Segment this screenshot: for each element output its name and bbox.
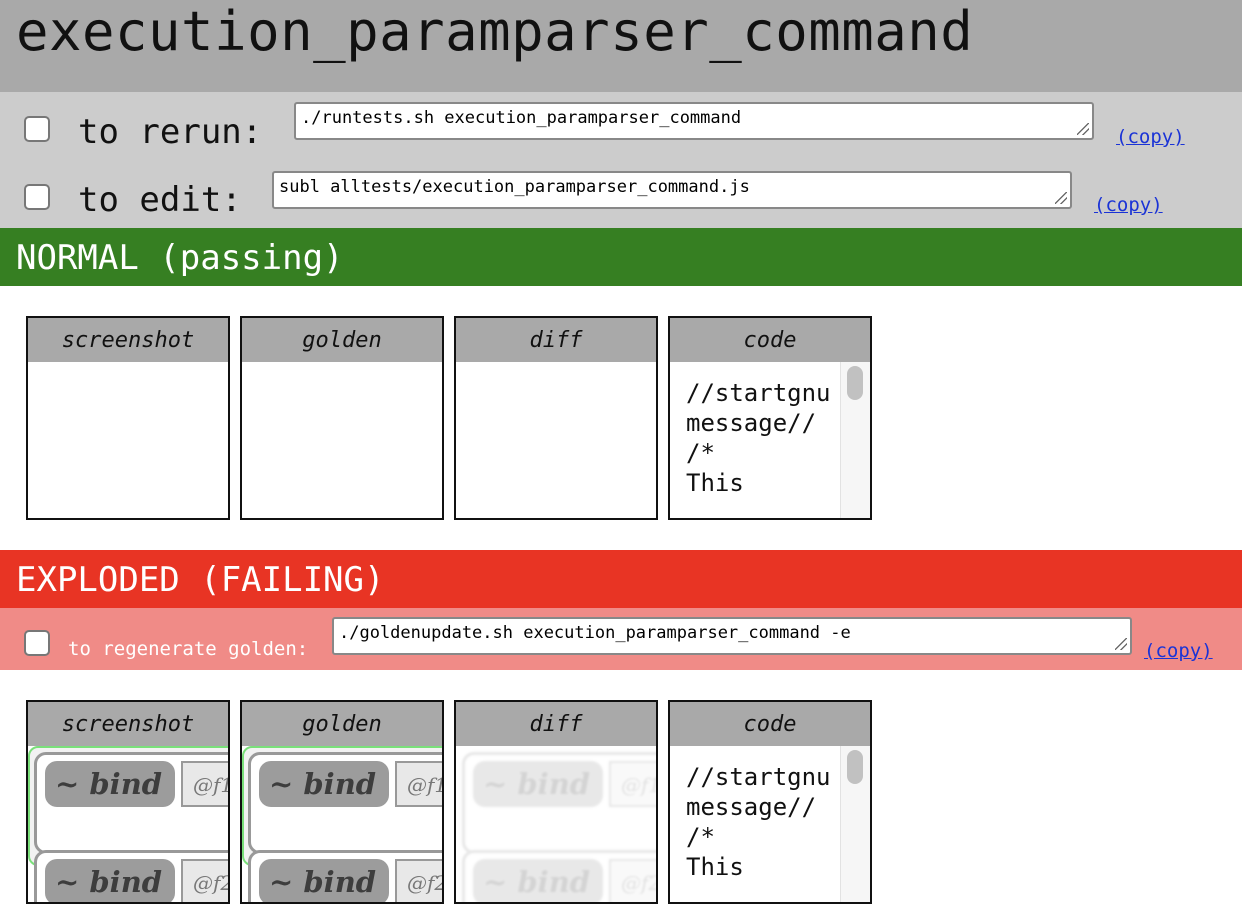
diff-image: ~ bind @f1 ~ bind @f2 [456, 746, 656, 902]
card-header: screenshot [28, 702, 228, 746]
regenerate-copy-link[interactable]: (copy) [1144, 640, 1213, 662]
command-panel: to rerun: ./runtests.sh execution_paramp… [0, 92, 1242, 228]
normal-screenshot-card: screenshot [26, 316, 230, 520]
code-scrollbar[interactable] [840, 746, 870, 902]
normal-diff-card: diff [454, 316, 658, 520]
title-bar: execution_paramparser_command [0, 0, 1242, 92]
page-title: execution_paramparser_command [16, 0, 974, 63]
rerun-label: to rerun: [78, 112, 263, 152]
code-text: //startgnumessage// /* This [686, 763, 831, 881]
bind-pill: ~ bind [473, 761, 603, 807]
normal-code-card: code //startgnumessage// /* This [668, 316, 872, 520]
regenerate-checkbox[interactable] [24, 630, 50, 656]
resize-grip-icon[interactable] [1055, 192, 1067, 204]
bind-pill: ~ bind [259, 761, 389, 807]
rerun-copy-link[interactable]: (copy) [1116, 126, 1185, 148]
regenerate-label: to regenerate golden: [68, 638, 309, 660]
rerun-command-field[interactable]: ./runtests.sh execution_paramparser_comm… [294, 102, 1094, 140]
normal-code-body[interactable]: //startgnumessage// /* This [670, 362, 870, 518]
screenshot-image: ~ bind @f1 ~ bind @f2 [28, 746, 228, 902]
exploded-diff-body: ~ bind @f1 ~ bind @f2 [456, 746, 656, 902]
edit-copy-link[interactable]: (copy) [1094, 194, 1163, 216]
bind-block: ~ bind @f2 [248, 850, 442, 902]
card-header: diff [456, 318, 656, 362]
card-header: golden [242, 702, 442, 746]
edit-checkbox[interactable] [24, 184, 50, 210]
normal-section-title: NORMAL (passing) [16, 238, 344, 278]
exploded-golden-card: golden ~ bind @f1 ~ bind @f2 [240, 700, 444, 904]
exploded-golden-body: ~ bind @f1 ~ bind @f2 [242, 746, 442, 902]
regenerate-command-field[interactable]: ./goldenupdate.sh execution_paramparser_… [332, 617, 1132, 655]
exploded-diff-card: diff ~ bind @f1 ~ bind @f2 [454, 700, 658, 904]
exploded-section-header: EXPLODED (FAILING) [0, 550, 1242, 608]
code-text: //startgnumessage// /* This [686, 379, 831, 497]
bind-block: ~ bind @f2 [34, 850, 228, 902]
scrollbar-thumb[interactable] [847, 366, 863, 400]
exploded-code-body[interactable]: //startgnumessage// /* This [670, 746, 870, 902]
card-header: golden [242, 318, 442, 362]
bind-block: ~ bind @f1 [462, 752, 656, 854]
bind-pill: ~ bind [473, 859, 603, 902]
exploded-screenshot-card: screenshot ~ bind @f1 ~ bind @f2 [26, 700, 230, 904]
param-chip: @f2 [395, 859, 442, 902]
exploded-code-card: code //startgnumessage// /* This [668, 700, 872, 904]
edit-command-field[interactable]: subl alltests/execution_paramparser_comm… [272, 171, 1072, 209]
scrollbar-thumb[interactable] [847, 750, 863, 784]
param-chip: @f1 [395, 761, 442, 807]
rerun-command-text: ./runtests.sh execution_paramparser_comm… [301, 108, 742, 128]
golden-image: ~ bind @f1 ~ bind @f2 [242, 746, 442, 902]
normal-section-header: NORMAL (passing) [0, 228, 1242, 286]
regenerate-panel: to regenerate golden: ./goldenupdate.sh … [0, 608, 1242, 670]
bind-block: ~ bind @f1 [248, 752, 442, 854]
card-header: screenshot [28, 318, 228, 362]
param-chip: @f2 [181, 859, 228, 902]
bind-pill: ~ bind [45, 859, 175, 902]
normal-golden-body [242, 362, 442, 518]
exploded-section-title: EXPLODED (FAILING) [16, 560, 385, 600]
normal-golden-card: golden [240, 316, 444, 520]
normal-diff-body [456, 362, 656, 518]
bind-pill: ~ bind [45, 761, 175, 807]
normal-screenshot-body [28, 362, 228, 518]
param-chip: @f1 [181, 761, 228, 807]
bind-block: ~ bind @f1 [34, 752, 228, 854]
exploded-screenshot-body: ~ bind @f1 ~ bind @f2 [28, 746, 228, 902]
regenerate-command-text: ./goldenupdate.sh execution_paramparser_… [339, 623, 851, 643]
resize-grip-icon[interactable] [1115, 638, 1127, 650]
code-scrollbar[interactable] [840, 362, 870, 518]
edit-command-text: subl alltests/execution_paramparser_comm… [279, 177, 750, 197]
edit-label: to edit: [78, 180, 242, 220]
resize-grip-icon[interactable] [1077, 123, 1089, 135]
card-header: code [670, 318, 870, 362]
bind-pill: ~ bind [259, 859, 389, 902]
card-header: code [670, 702, 870, 746]
rerun-checkbox[interactable] [24, 116, 50, 142]
param-chip: @f2 [609, 859, 656, 902]
bind-block: ~ bind @f2 [462, 850, 656, 902]
param-chip: @f1 [609, 761, 656, 807]
card-header: diff [456, 702, 656, 746]
